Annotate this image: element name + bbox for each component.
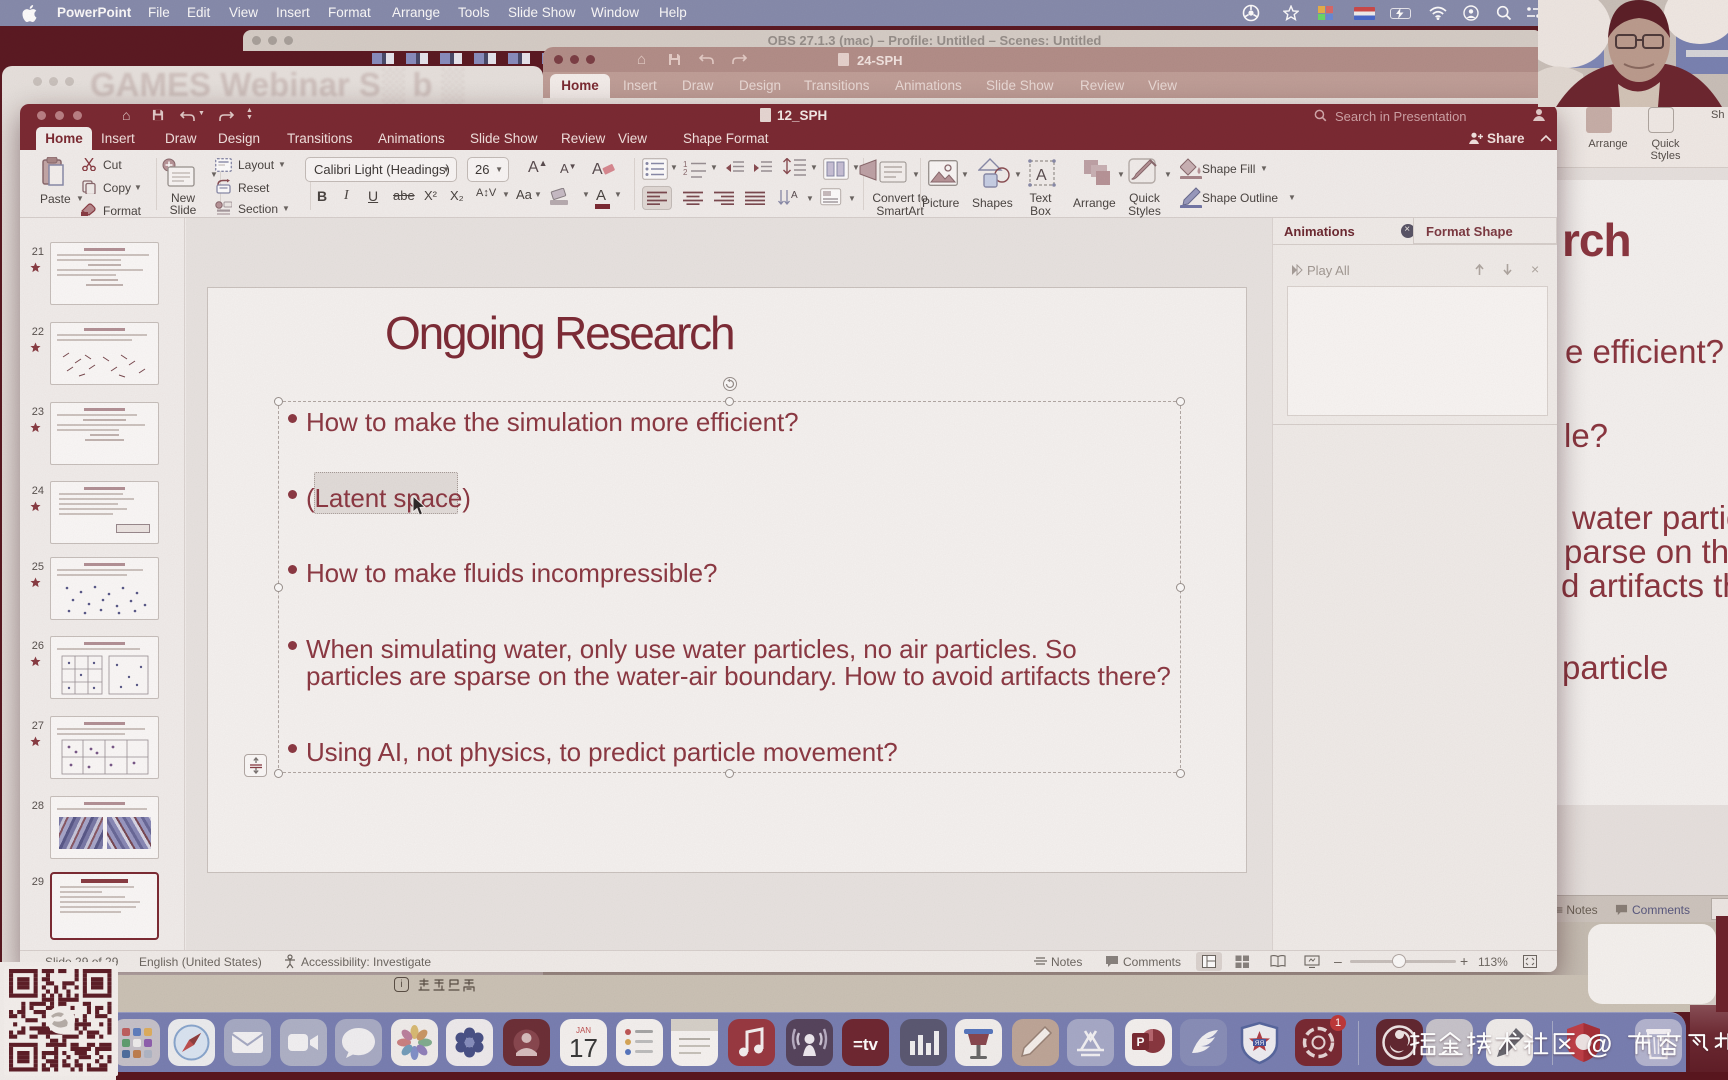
svg-text:A: A [1036,167,1047,184]
svg-text:@: @ [1586,1029,1612,1059]
svg-text:P: P [1136,1035,1144,1049]
svg-text:ЯЯ: ЯЯ [1255,1040,1265,1047]
svg-text:A: A [592,161,603,178]
svg-text:2: 2 [683,168,688,177]
svg-text:A: A [791,190,798,201]
svg-text:17: 17 [569,1033,598,1063]
svg-text:=tv: =tv [853,1035,879,1054]
